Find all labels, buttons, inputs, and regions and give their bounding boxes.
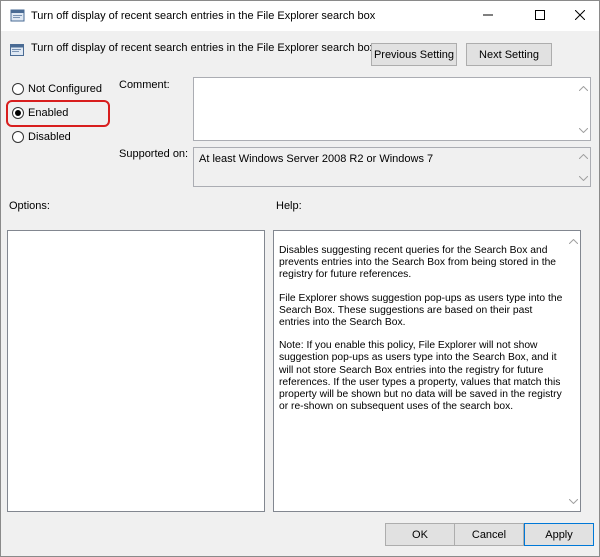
policy-dialog: Turn off display of recent search entrie… xyxy=(0,0,600,557)
supported-on-value: At least Windows Server 2008 R2 or Windo… xyxy=(199,153,433,165)
maximize-button[interactable] xyxy=(518,1,562,31)
apply-button[interactable]: Apply xyxy=(524,523,594,546)
previous-setting-button[interactable]: Previous Setting xyxy=(371,43,457,66)
supported-on-field: At least Windows Server 2008 R2 or Windo… xyxy=(193,147,591,187)
maximize-icon xyxy=(535,10,545,23)
cancel-button[interactable]: Cancel xyxy=(454,523,524,546)
options-panel xyxy=(7,230,265,512)
help-panel: Disables suggesting recent queries for t… xyxy=(273,230,581,512)
help-scrollbar[interactable] xyxy=(566,231,580,511)
radio-not-configured-indicator[interactable] xyxy=(12,83,24,95)
options-label: Options: xyxy=(9,200,50,212)
comment-textarea[interactable] xyxy=(193,77,591,141)
close-button[interactable] xyxy=(558,1,600,31)
scroll-down-icon[interactable] xyxy=(568,497,578,505)
comment-scrollbar[interactable] xyxy=(576,78,590,140)
radio-not-configured[interactable]: Not Configured xyxy=(12,83,102,95)
radio-disabled-label: Disabled xyxy=(28,131,71,143)
help-paragraph: Disables suggesting recent queries for t… xyxy=(279,245,564,282)
next-setting-button[interactable]: Next Setting xyxy=(466,43,552,66)
radio-not-configured-label: Not Configured xyxy=(28,83,102,95)
radio-enabled-label: Enabled xyxy=(28,107,68,119)
scroll-up-icon[interactable] xyxy=(578,152,588,160)
ok-button[interactable]: OK xyxy=(385,523,455,546)
policy-setting-icon xyxy=(10,44,24,56)
supported-scrollbar[interactable] xyxy=(576,148,590,186)
policy-name: Turn off display of recent search entrie… xyxy=(31,42,375,54)
scroll-down-icon[interactable] xyxy=(578,126,588,134)
minimize-icon xyxy=(483,10,493,23)
scroll-up-icon[interactable] xyxy=(578,84,588,92)
title-bar: Turn off display of recent search entrie… xyxy=(1,1,599,31)
radio-disabled[interactable]: Disabled xyxy=(12,131,71,143)
supported-on-label: Supported on: xyxy=(119,148,188,160)
help-paragraph: Note: If you enable this policy, File Ex… xyxy=(279,340,564,413)
help-text: Disables suggesting recent queries for t… xyxy=(279,245,564,424)
radio-enabled[interactable]: Enabled xyxy=(12,107,68,119)
scroll-down-icon[interactable] xyxy=(578,174,588,182)
help-paragraph: File Explorer shows suggestion pop-ups a… xyxy=(279,293,564,330)
minimize-button[interactable] xyxy=(466,1,510,31)
help-label: Help: xyxy=(276,200,302,212)
radio-disabled-indicator[interactable] xyxy=(12,131,24,143)
close-icon xyxy=(575,10,585,23)
radio-enabled-indicator[interactable] xyxy=(12,107,24,119)
policy-icon xyxy=(10,9,26,23)
comment-label: Comment: xyxy=(119,79,170,91)
scroll-up-icon[interactable] xyxy=(568,237,578,245)
window-title: Turn off display of recent search entrie… xyxy=(31,10,375,22)
